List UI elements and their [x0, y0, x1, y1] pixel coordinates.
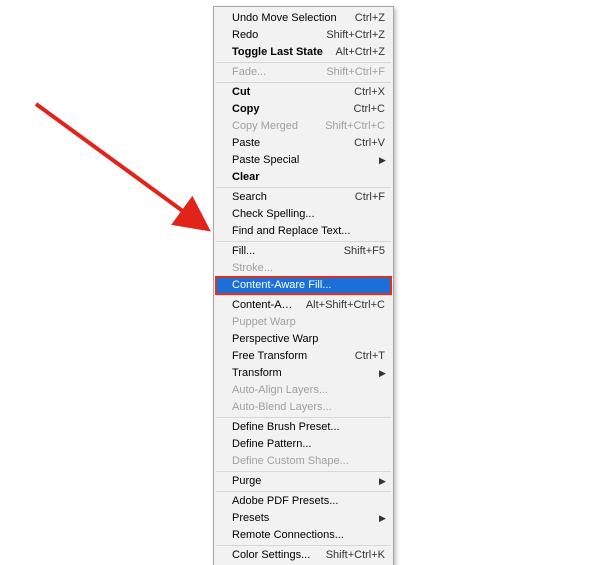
- menu-item-shortcut: Alt+Ctrl+Z: [335, 44, 385, 61]
- menu-item-label: Stroke...: [232, 260, 385, 277]
- menu-item-define-pattern[interactable]: Define Pattern...: [216, 436, 391, 453]
- menu-item-copy[interactable]: Copy Ctrl+C: [216, 101, 391, 118]
- menu-item-shortcut: Ctrl+T: [355, 348, 385, 365]
- menu-item-content-aware-fill[interactable]: Content-Aware Fill...: [216, 277, 391, 294]
- menu-group: Define Brush Preset...Define Pattern...D…: [216, 418, 391, 472]
- menu-item-label: Redo: [232, 27, 318, 44]
- menu-item-paste[interactable]: Paste Ctrl+V: [216, 135, 391, 152]
- menu-item-purge[interactable]: Purge ▶: [216, 473, 391, 490]
- annotation-arrow: [28, 96, 223, 246]
- menu-item-label: Auto-Blend Layers...: [232, 399, 385, 416]
- menu-item-fade: Fade... Shift+Ctrl+F: [216, 64, 391, 81]
- menu-item-label: Copy: [232, 101, 346, 118]
- menu-item-shortcut: Shift+Ctrl+C: [325, 118, 385, 135]
- menu-item-puppet-warp: Puppet Warp: [216, 314, 391, 331]
- menu-item-shortcut: Shift+F5: [344, 243, 385, 260]
- menu-item-remote-connections[interactable]: Remote Connections...: [216, 527, 391, 544]
- menu-item-auto-align-layers: Auto-Align Layers...: [216, 382, 391, 399]
- menu-item-check-spelling[interactable]: Check Spelling...: [216, 206, 391, 223]
- menu-item-label: Check Spelling...: [232, 206, 385, 223]
- menu-item-shortcut: Shift+Ctrl+K: [326, 547, 385, 564]
- menu-item-auto-blend-layers: Auto-Blend Layers...: [216, 399, 391, 416]
- submenu-arrow-icon: ▶: [379, 510, 385, 527]
- menu-item-label: Puppet Warp: [232, 314, 385, 331]
- menu-item-label: Perspective Warp: [232, 331, 385, 348]
- menu-item-label: Presets: [232, 510, 371, 527]
- menu-item-fill[interactable]: Fill... Shift+F5: [216, 243, 391, 260]
- menu-item-label: Toggle Last State: [232, 44, 327, 61]
- menu-item-label: Adobe PDF Presets...: [232, 493, 385, 510]
- menu-item-stroke: Stroke...: [216, 260, 391, 277]
- menu-item-label: Define Brush Preset...: [232, 419, 385, 436]
- menu-item-presets[interactable]: Presets ▶: [216, 510, 391, 527]
- menu-item-copy-merged: Copy Merged Shift+Ctrl+C: [216, 118, 391, 135]
- menu-item-label: Fade...: [232, 64, 318, 81]
- menu-item-label: Undo Move Selection: [232, 10, 347, 27]
- menu-item-label: Paste Special: [232, 152, 371, 169]
- menu-item-label: Copy Merged: [232, 118, 317, 135]
- menu-item-label: Clear: [232, 169, 385, 186]
- menu-group: Search Ctrl+FCheck Spelling...Find and Re…: [216, 188, 391, 242]
- menu-item-shortcut: Ctrl+V: [354, 135, 385, 152]
- menu-item-shortcut: Ctrl+X: [354, 84, 385, 101]
- menu-item-label: Cut: [232, 84, 346, 101]
- menu-item-label: Color Settings...: [232, 547, 318, 564]
- menu-item-redo[interactable]: Redo Shift+Ctrl+Z: [216, 27, 391, 44]
- menu-item-label: Free Transform: [232, 348, 347, 365]
- menu-item-label: Auto-Align Layers...: [232, 382, 385, 399]
- menu-item-label: Define Custom Shape...: [232, 453, 385, 470]
- menu-item-search[interactable]: Search Ctrl+F: [216, 189, 391, 206]
- menu-item-shortcut: Ctrl+Z: [355, 10, 385, 27]
- menu-item-color-settings[interactable]: Color Settings... Shift+Ctrl+K: [216, 547, 391, 564]
- menu-item-transform[interactable]: Transform ▶: [216, 365, 391, 382]
- menu-item-label: Remote Connections...: [232, 527, 385, 544]
- submenu-arrow-icon: ▶: [379, 473, 385, 490]
- context-menu[interactable]: Undo Move Selection Ctrl+Z Redo Shift+Ctrl+…: [213, 6, 394, 565]
- menu-item-shortcut: Shift+Ctrl+Z: [326, 27, 385, 44]
- menu-item-find-and-replace-text[interactable]: Find and Replace Text...: [216, 223, 391, 240]
- menu-item-perspective-warp[interactable]: Perspective Warp: [216, 331, 391, 348]
- menu-group: Content-Aware Scale Alt+Shift+Ctrl+CPuppe…: [216, 296, 391, 418]
- menu-item-label: Content-Aware Fill...: [232, 277, 385, 294]
- menu-item-label: Purge: [232, 473, 371, 490]
- menu-group: Color Settings...Shift+Ctrl+KAssign Prof…: [216, 546, 391, 565]
- menu-item-cut[interactable]: Cut Ctrl+X: [216, 84, 391, 101]
- menu-item-clear[interactable]: Clear: [216, 169, 391, 186]
- submenu-arrow-icon: ▶: [379, 365, 385, 382]
- menu-item-label: Transform: [232, 365, 371, 382]
- menu-item-label: Search: [232, 189, 347, 206]
- menu-item-label: Paste: [232, 135, 346, 152]
- menu-item-label: Fill...: [232, 243, 336, 260]
- menu-item-paste-special[interactable]: Paste Special ▶: [216, 152, 391, 169]
- menu-group: Adobe PDF Presets...Presets ▶Remote Conne…: [216, 492, 391, 546]
- menu-group: Fade... Shift+Ctrl+F: [216, 63, 391, 83]
- menu-item-define-brush-preset[interactable]: Define Brush Preset...: [216, 419, 391, 436]
- menu-group: Cut Ctrl+X Copy Ctrl+C Copy Merged Shift+Ctrl…: [216, 83, 391, 188]
- menu-item-shortcut: Ctrl+C: [354, 101, 385, 118]
- menu-item-define-custom-shape: Define Custom Shape...: [216, 453, 391, 470]
- menu-item-shortcut: Shift+Ctrl+F: [326, 64, 385, 81]
- menu-item-adobe-pdf-presets[interactable]: Adobe PDF Presets...: [216, 493, 391, 510]
- menu-item-free-transform[interactable]: Free Transform Ctrl+T: [216, 348, 391, 365]
- menu-item-label: Define Pattern...: [232, 436, 385, 453]
- menu-item-label: Find and Replace Text...: [232, 223, 385, 240]
- menu-group: Fill... Shift+F5Stroke...Content-Aware Fi…: [216, 242, 391, 296]
- menu-item-shortcut: Alt+Shift+Ctrl+C: [306, 297, 385, 314]
- menu-group: Purge ▶: [216, 472, 391, 492]
- menu-item-content-aware-scale[interactable]: Content-Aware Scale Alt+Shift+Ctrl+C: [216, 297, 391, 314]
- menu-item-shortcut: Ctrl+F: [355, 189, 385, 206]
- menu-item-undo-move-selection[interactable]: Undo Move Selection Ctrl+Z: [216, 10, 391, 27]
- menu-item-label: Content-Aware Scale: [232, 297, 298, 314]
- menu-group: Undo Move Selection Ctrl+Z Redo Shift+Ctrl+…: [216, 9, 391, 63]
- menu-item-toggle-last-state[interactable]: Toggle Last State Alt+Ctrl+Z: [216, 44, 391, 61]
- submenu-arrow-icon: ▶: [379, 152, 385, 169]
